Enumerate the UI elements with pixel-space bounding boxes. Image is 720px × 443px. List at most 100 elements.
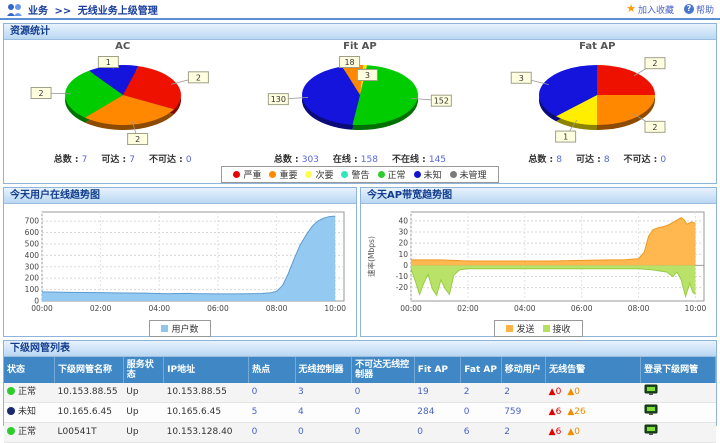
cell-mobile-users: 2 xyxy=(501,423,545,443)
pie-chart-fit-ap: Fit AP183152130总数 : 303在线 : 158不在线 : 145 xyxy=(241,40,478,165)
resource-statistics-panel: 资源统计 AC1222总数 : 7可达 : 7不可达 : 0Fit AP1831… xyxy=(3,23,717,184)
legend-dot-icon xyxy=(450,171,457,178)
table-row: 未知10.165.6.45Up10.165.6.455402840759▲6▲2… xyxy=(4,403,716,423)
major-alarm-badge[interactable]: ▲0 xyxy=(567,387,580,397)
x-tick-label: 08:00 xyxy=(628,304,650,313)
cell-fit-ap-link[interactable]: 0 xyxy=(417,427,423,437)
cell-hotspot: 0 xyxy=(249,383,295,403)
cell-hotspot-link[interactable]: 0 xyxy=(252,387,258,397)
cell-mobile-users-link[interactable]: 759 xyxy=(504,407,521,417)
cell-unreachable-controllers: 0 xyxy=(352,403,415,423)
legend-dot-icon xyxy=(341,171,348,178)
add-favorite-label: 加入收藏 xyxy=(638,3,674,16)
critical-alarm-badge[interactable]: ▲6 xyxy=(549,407,562,417)
pie-callout-label: 2 xyxy=(38,89,43,98)
stat-可达: 可达 : 7 xyxy=(101,155,135,165)
y-tick-label: 400 xyxy=(25,251,40,260)
x-tick-label: 02:00 xyxy=(457,304,479,313)
cell-nms-name: 10.153.88.55 xyxy=(55,383,124,403)
cell-mobile-users: 759 xyxy=(501,403,545,423)
legend-dot-icon xyxy=(233,171,240,178)
legend-marker-icon xyxy=(543,325,550,332)
y-tick-label: 10 xyxy=(398,250,408,259)
pie-chart-fat-ap: Fat AP2213总数 : 8可达 : 8不可达 : 0 xyxy=(479,40,716,165)
legend-item-次要: 次要 xyxy=(305,168,333,181)
legend-item-用户数: 用户数 xyxy=(161,322,198,335)
cell-status: 正常 xyxy=(4,383,55,403)
legend-dot-icon xyxy=(269,171,276,178)
login-nms-icon[interactable] xyxy=(644,384,659,396)
pie-title: Fit AP xyxy=(241,40,478,53)
pie-slice xyxy=(597,65,655,95)
major-alarm-badge[interactable]: ▲26 xyxy=(567,407,585,417)
user-trend-legend: 用户数 xyxy=(149,320,210,337)
cell-controllers: 3 xyxy=(295,383,352,403)
ap-trend-panel-header: 今天AP带宽趋势图 xyxy=(361,188,716,204)
column-header-无线控制器: 无线控制器 xyxy=(295,357,352,383)
pie-title: AC xyxy=(4,40,241,53)
cell-controllers-link[interactable]: 4 xyxy=(298,407,304,417)
pie-callout-label: 2 xyxy=(135,135,140,144)
critical-alarm-badge[interactable]: ▲0 xyxy=(549,387,562,397)
cell-fat-ap-link[interactable]: 0 xyxy=(464,407,470,417)
resource-panel-header: 资源统计 xyxy=(4,24,716,40)
cell-hotspot-link[interactable]: 0 xyxy=(252,427,258,437)
x-tick-label: 02:00 xyxy=(90,304,112,313)
cell-unreachable-controllers-link[interactable]: 0 xyxy=(355,427,361,437)
cell-unreachable-controllers-link[interactable]: 0 xyxy=(355,387,361,397)
critical-alarm-badge[interactable]: ▲6 xyxy=(549,427,562,437)
subordinate-nms-table: 状态下级网管名称服务状态IP地址热点无线控制器不可达无线控制器Fit APFat… xyxy=(4,357,716,443)
login-nms-icon[interactable] xyxy=(644,404,659,416)
cell-hotspot: 5 xyxy=(249,403,295,423)
cell-alarms: ▲6 ▲0 xyxy=(546,423,641,443)
help-link[interactable]: ? 帮助 xyxy=(684,3,714,16)
cell-mobile-users-link[interactable]: 2 xyxy=(504,427,510,437)
add-favorite-link[interactable]: ★ 加入收藏 xyxy=(626,3,674,16)
legend-item-警告: 警告 xyxy=(341,168,369,181)
subordinate-nms-panel: 下级网管列表 状态下级网管名称服务状态IP地址热点无线控制器不可达无线控制器Fi… xyxy=(3,340,717,426)
login-nms-icon[interactable] xyxy=(644,424,659,436)
pie-callout-label: 2 xyxy=(653,123,658,132)
legend-item-重要: 重要 xyxy=(269,168,297,181)
column-header-Fat AP: Fat AP xyxy=(461,357,501,383)
star-icon: ★ xyxy=(626,4,636,14)
pie-svg: 2213 xyxy=(479,53,715,149)
cell-fat-ap-link[interactable]: 6 xyxy=(464,427,470,437)
cell-fat-ap: 2 xyxy=(461,383,501,403)
cell-hotspot-link[interactable]: 5 xyxy=(252,407,258,417)
ap-trend-chart-area: -20-1001020304000:0002:0004:0006:0008:00… xyxy=(361,204,716,319)
cell-fit-ap: 0 xyxy=(414,423,460,443)
legend-dot-icon xyxy=(378,171,385,178)
legend-item-严重: 严重 xyxy=(233,168,261,181)
cell-fit-ap-link[interactable]: 19 xyxy=(417,387,428,397)
y-tick-label: 40 xyxy=(398,216,408,225)
pie-chart-ac: AC1222总数 : 7可达 : 7不可达 : 0 xyxy=(4,40,241,165)
breadcrumb-section[interactable]: 业务 xyxy=(28,6,48,17)
cell-fat-ap: 6 xyxy=(461,423,501,443)
cell-unreachable-controllers-link[interactable]: 0 xyxy=(355,407,361,417)
cell-fat-ap-link[interactable]: 2 xyxy=(464,387,470,397)
page-title: 无线业务上级管理 xyxy=(78,6,158,17)
column-header-不可达无线控制器: 不可达无线控制器 xyxy=(352,357,415,383)
y-tick-label: 500 xyxy=(25,239,40,248)
severity-legend: 严重重要次要警告正常未知未管理 xyxy=(221,166,498,183)
nms-table-header: 下级网管列表 xyxy=(4,341,716,357)
ap-bandwidth-trend-panel: 今天AP带宽趋势图 -20-1001020304000:0002:0004:00… xyxy=(360,187,717,337)
cell-mobile-users-link[interactable]: 2 xyxy=(504,387,510,397)
y-tick-label: -10 xyxy=(396,272,408,281)
major-alarm-badge[interactable]: ▲0 xyxy=(567,427,580,437)
cell-controllers-link[interactable]: 3 xyxy=(298,387,304,397)
y-tick-label: 0 xyxy=(403,261,408,270)
pie-title: Fat AP xyxy=(479,40,716,53)
user-online-trend-chart: 010020030040050060070000:0002:0004:0006:… xyxy=(8,206,352,316)
user-online-trend-panel: 今天用户在线趋势图 010020030040050060070000:0002:… xyxy=(3,187,357,337)
breadcrumb-separator: >> xyxy=(54,6,71,17)
help-label: 帮助 xyxy=(696,3,714,16)
pie-callout-label: 130 xyxy=(271,95,286,104)
cell-unreachable-controllers: 0 xyxy=(352,383,415,403)
cell-fit-ap-link[interactable]: 284 xyxy=(417,407,434,417)
stat-不可达: 不可达 : 0 xyxy=(149,155,192,165)
column-header-Fit AP: Fit AP xyxy=(414,357,460,383)
y-axis-label: 速率(Mbps) xyxy=(366,236,376,277)
cell-controllers-link[interactable]: 0 xyxy=(298,427,304,437)
